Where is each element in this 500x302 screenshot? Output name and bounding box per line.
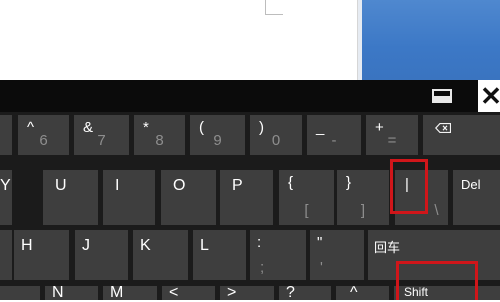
key-comma[interactable]: < [162, 284, 215, 301]
key-o[interactable]: O [161, 170, 216, 225]
key-semicolon[interactable]: : ; [250, 230, 306, 280]
key-h[interactable]: H [14, 230, 69, 280]
key-colon: : [257, 234, 262, 251]
key-double-quote: " [317, 234, 323, 251]
key-del[interactable]: Del [453, 170, 500, 225]
key-semicolon-base: ; [260, 259, 265, 276]
key-7-base: 7 [97, 132, 106, 149]
key-backslash-base: \ [434, 202, 439, 219]
key-8-base: 8 [155, 132, 164, 149]
key-7[interactable]: & 7 [74, 115, 129, 155]
key-k[interactable]: K [133, 230, 188, 280]
key-j-label: J [82, 237, 90, 254]
key-quote-base: ' [320, 259, 323, 276]
up-arrow-icon: ^ [350, 284, 358, 301]
key-y[interactable]: Y [0, 170, 12, 225]
page-corner-mark [265, 0, 283, 15]
key-equals[interactable]: + = [366, 115, 418, 155]
close-button[interactable]: ✕ [478, 80, 500, 112]
key-minus[interactable]: _ - [307, 115, 361, 155]
key-u-label: U [55, 177, 67, 194]
close-icon: ✕ [480, 80, 500, 111]
key-9[interactable]: ( 9 [190, 115, 245, 155]
key-right-bracket[interactable]: } ] [337, 170, 389, 225]
backspace-icon [435, 123, 451, 133]
key-i-label: I [115, 177, 120, 194]
key-backspace[interactable] [423, 115, 500, 155]
key-partial-row4[interactable] [0, 286, 40, 300]
key-enter-label: 回车 [374, 240, 401, 255]
key-o-label: O [173, 177, 186, 194]
key-h-label: H [21, 237, 33, 254]
document-area [0, 0, 500, 80]
highlight-box-shift-key [396, 261, 478, 300]
key-p-label: P [232, 177, 243, 194]
key-partial-row3[interactable] [0, 230, 12, 280]
key-del-label: Del [461, 177, 481, 192]
key-k-label: K [140, 237, 151, 254]
key-partial-row1[interactable] [0, 115, 12, 155]
key-i[interactable]: I [103, 170, 155, 225]
key-left-bracket[interactable]: { [ [279, 170, 334, 225]
key-8[interactable]: * 8 [134, 115, 185, 155]
key-equals-base: = [387, 132, 397, 149]
key-right-brace: } [346, 174, 352, 191]
highlight-box-pipe-key [390, 159, 428, 214]
key-question: ? [286, 284, 295, 301]
desktop-background [362, 0, 500, 80]
key-greater-than: > [227, 284, 237, 301]
key-left-bracket-base: [ [304, 202, 309, 219]
key-m[interactable]: M [103, 284, 157, 301]
key-up[interactable]: ^ [336, 284, 389, 301]
key-minus-base: - [331, 132, 337, 149]
key-u[interactable]: U [43, 170, 98, 225]
document-page [0, 0, 358, 80]
key-l[interactable]: L [193, 230, 246, 280]
key-right-bracket-base: ] [360, 202, 366, 219]
key-quote[interactable]: " ' [310, 230, 364, 280]
on-screen-keyboard: ✕ ^ 6 & 7 * 8 ( 9 ) 0 _ - + = Y U I O P … [0, 80, 500, 301]
key-6[interactable]: ^ 6 [18, 115, 69, 155]
dock-button[interactable] [424, 80, 460, 112]
key-left-brace: { [288, 174, 294, 191]
key-6-base: 6 [39, 132, 48, 149]
key-y-label: Y [0, 177, 11, 194]
key-period[interactable]: > [220, 284, 274, 301]
key-less-than: < [169, 284, 179, 301]
key-n-label: N [52, 284, 64, 301]
key-0[interactable]: ) 0 [250, 115, 302, 155]
key-n[interactable]: N [45, 284, 98, 301]
key-0-base: 0 [271, 132, 281, 149]
key-j[interactable]: J [75, 230, 128, 280]
key-p[interactable]: P [220, 170, 273, 225]
key-l-label: L [200, 237, 209, 254]
key-m-label: M [110, 284, 124, 301]
key-9-base: 9 [213, 132, 222, 149]
key-slash[interactable]: ? [279, 284, 331, 301]
dock-icon [432, 89, 452, 103]
